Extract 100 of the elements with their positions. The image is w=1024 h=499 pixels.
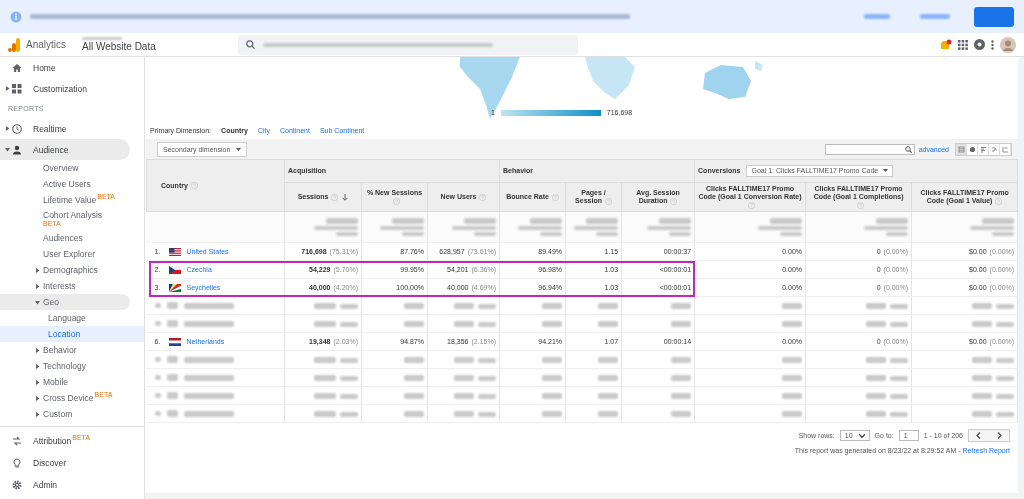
blurred-text	[598, 357, 619, 364]
blurred-text	[314, 357, 336, 364]
nav-item[interactable]: Cohort Analysis	[43, 211, 103, 220]
home-icon	[12, 62, 22, 73]
collapsed-caret-icon[interactable]	[35, 363, 40, 369]
apps-grid-icon[interactable]	[958, 39, 968, 50]
grid-icon	[12, 83, 22, 94]
blurred-text	[154, 411, 161, 417]
blurred-text	[454, 375, 475, 382]
flag-icon	[168, 247, 181, 256]
nav-item[interactable]: Lifetime Value	[43, 195, 97, 205]
nav-item[interactable]: Language	[0, 310, 144, 326]
blurred-text	[890, 303, 909, 309]
blurred-text	[314, 375, 336, 382]
nav-item[interactable]: Attribution	[30, 436, 72, 446]
blurred-text	[404, 411, 424, 418]
settings-icon	[12, 480, 22, 490]
collapsed-caret-icon[interactable]	[35, 395, 40, 401]
blurred-text	[314, 393, 336, 400]
blurred-text	[314, 411, 336, 418]
bar-list-icon	[979, 145, 987, 153]
account-selector[interactable]: All Website Data	[82, 41, 212, 52]
nav-item[interactable]: Technology	[43, 361, 86, 371]
blurred-text	[866, 303, 887, 310]
blurred-text	[154, 321, 161, 327]
view-toggle[interactable]	[967, 143, 978, 155]
more-icon[interactable]	[991, 39, 994, 50]
nav-item[interactable]: Admin	[30, 480, 58, 490]
blurred-text	[972, 321, 993, 328]
nav-item[interactable]: Interests	[43, 281, 76, 291]
redacted-button[interactable]	[974, 6, 1014, 27]
blurred-text	[340, 411, 358, 417]
blurred-text	[454, 321, 475, 328]
nav-item[interactable]: Geo	[43, 297, 60, 307]
blurred-text	[166, 374, 178, 382]
notification-icon[interactable]	[938, 38, 952, 51]
sort-arrow-icon[interactable]	[342, 193, 349, 201]
blurred-text	[314, 303, 336, 310]
nav-item[interactable]: Behavior	[43, 345, 77, 355]
blurred-text	[866, 411, 887, 418]
nav-item[interactable]: Discover	[30, 458, 67, 468]
collapsed-caret-icon[interactable]	[35, 267, 40, 273]
blurred-text	[598, 393, 619, 400]
nav-item[interactable]: Active Users	[43, 179, 91, 189]
collapsed-caret-icon[interactable]	[35, 283, 40, 289]
nav-item[interactable]: Location	[0, 326, 144, 342]
nav-item[interactable]: Cross Device	[43, 393, 94, 403]
nav-item[interactable]: Mobile	[43, 377, 69, 387]
blurred-text	[154, 375, 161, 381]
blurred-text	[890, 411, 909, 417]
arrows-icon	[12, 436, 22, 446]
blurred-text	[166, 302, 178, 310]
nav-item[interactable]: Demographics	[43, 265, 98, 275]
blurred-text	[166, 410, 178, 418]
blurred-text	[404, 375, 424, 382]
blurred-text	[183, 374, 234, 381]
blurred-text	[866, 321, 887, 328]
search-field[interactable]	[238, 34, 578, 55]
blurred-text	[478, 321, 497, 327]
blurred-text	[340, 303, 358, 309]
blurred-text	[542, 357, 563, 364]
blurred-text	[996, 357, 1015, 363]
collapsed-caret-icon[interactable]	[35, 347, 40, 353]
avatar-icon[interactable]	[1000, 36, 1016, 53]
collapsed-caret-icon[interactable]	[5, 86, 10, 91]
blurred-text	[671, 303, 692, 310]
blurred-text	[340, 357, 358, 363]
blurred-text	[542, 303, 563, 310]
collapsed-caret-icon[interactable]	[35, 379, 40, 385]
clock-icon	[12, 123, 22, 134]
blurred-text	[972, 375, 993, 382]
blurred-text	[671, 375, 692, 382]
nav-item[interactable]: Audiences	[43, 233, 83, 243]
blurred-text	[996, 375, 1015, 381]
view-toggle[interactable]	[956, 143, 967, 155]
product-name: Analytics	[26, 39, 66, 50]
blurred-text	[782, 357, 803, 364]
nav-item[interactable]: Overview	[43, 163, 79, 173]
nav-item[interactable]: Home	[30, 62, 56, 73]
blurred-text	[478, 411, 497, 417]
expanded-caret-icon[interactable]	[5, 147, 10, 152]
nav-item[interactable]: User Explorer	[43, 249, 95, 259]
flag-icon	[168, 283, 181, 292]
settings-icon[interactable]	[974, 39, 985, 50]
nav-item[interactable]: Audience	[30, 144, 69, 155]
view-toggle[interactable]	[978, 143, 989, 155]
collapsed-caret-icon[interactable]	[35, 411, 40, 417]
search-field[interactable]	[824, 143, 915, 155]
nav-item[interactable]: Custom	[43, 409, 73, 419]
blurred-text	[782, 303, 803, 310]
collapsed-caret-icon[interactable]	[5, 126, 10, 131]
nav-item[interactable]: Realtime	[30, 123, 67, 134]
blurred-text	[404, 357, 424, 364]
blurred-text	[154, 303, 161, 309]
expanded-caret-icon[interactable]	[35, 299, 40, 305]
blurred-text	[996, 303, 1015, 309]
blurred-text	[82, 37, 122, 40]
blurred-text	[542, 393, 563, 400]
nav-item[interactable]: Customization	[30, 83, 87, 94]
blurred-text	[183, 320, 234, 327]
